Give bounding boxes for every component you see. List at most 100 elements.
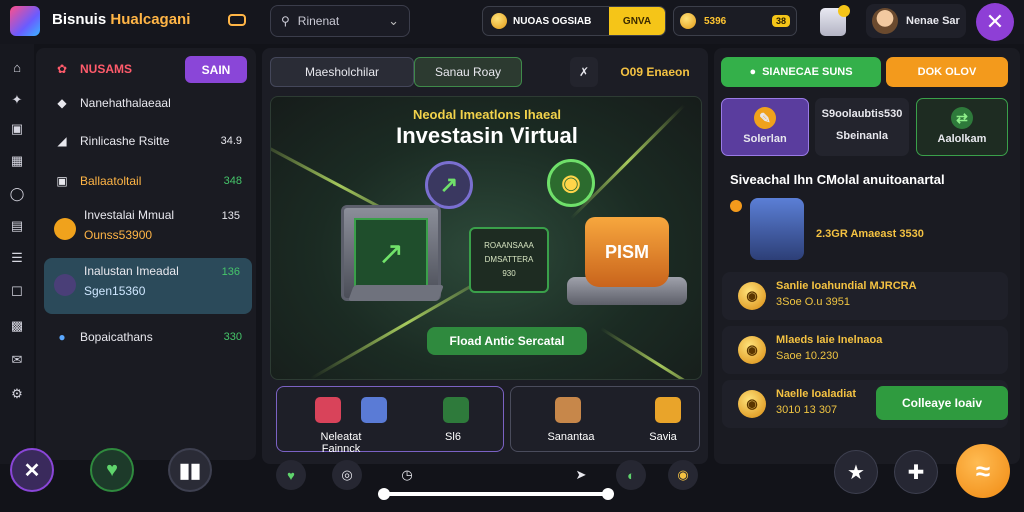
- coin-icon: ◉: [738, 390, 766, 418]
- feed-row-2[interactable]: ◉ Mlaeds Iaie Inelnaoa Saoe 10.230: [722, 326, 1008, 374]
- cash-icon: [315, 397, 341, 423]
- calendar-icon[interactable]: ▩: [8, 318, 26, 334]
- brand-part2: Hualcagani: [110, 11, 191, 28]
- tab-secondary[interactable]: Sanau Roay: [414, 57, 522, 87]
- sign-in-button[interactable]: SAIN: [185, 56, 247, 83]
- coin-orb-icon: ◉: [547, 159, 595, 207]
- light-ray: [600, 327, 701, 379]
- growth-orb-icon: ↗: [425, 161, 473, 209]
- promo-caption: Sl6: [445, 431, 461, 443]
- close-button[interactable]: ✕: [976, 3, 1014, 41]
- brand-part1: Bisnuis: [52, 11, 107, 28]
- category-a[interactable]: ✎ Solerlan: [721, 98, 809, 156]
- plus-icon: ✚: [907, 461, 925, 484]
- chevron-down-icon[interactable]: ⌄: [388, 13, 399, 29]
- info-card-line: ROAANSAAA: [484, 241, 534, 250]
- slider-handle-start[interactable]: [378, 488, 390, 500]
- sidebar-item-1[interactable]: ◆ Nanehathalaeaal: [44, 86, 252, 120]
- feed-title: Siveachal Ihn CMolal anuitoanartal: [730, 172, 945, 187]
- rocket-icon: [443, 397, 469, 423]
- promo-card-a[interactable]: Neleatat Fainnck Sl6: [276, 386, 504, 455]
- sidebar-item-4[interactable]: Investalai Mmual Ounss53900 135: [44, 202, 252, 256]
- send-icon[interactable]: ➤: [566, 460, 596, 490]
- flame-icon: ✿: [56, 62, 68, 76]
- sidebar-item-label: Bopaicathans: [80, 330, 153, 344]
- collect-button[interactable]: Colleaye Ioaiv: [876, 386, 1008, 420]
- wallet-icon[interactable]: ▣: [8, 121, 26, 137]
- balance-pill[interactable]: NUOAS OGSIAB GNVA: [482, 6, 666, 36]
- promo-card-b[interactable]: Sanantaa Savia: [510, 386, 700, 452]
- info-card-line: DMSATTERA: [484, 255, 534, 264]
- home-icon[interactable]: ⌂: [8, 60, 26, 76]
- menu-icon: ◆: [57, 96, 67, 110]
- user-name: Nenae Sar: [906, 15, 960, 27]
- main-action-button[interactable]: ≈: [956, 444, 1010, 498]
- feed-row-sub: 3010 13 307: [776, 404, 838, 416]
- orange-action-button[interactable]: DOK OLOV: [886, 57, 1008, 87]
- favorites-button[interactable]: ★: [834, 450, 878, 494]
- progress-slider[interactable]: [384, 492, 608, 496]
- refresh-icon[interactable]: ◐: [616, 460, 646, 490]
- sidebar-item-value: 34.9: [220, 135, 242, 147]
- sidebar-item-5[interactable]: Inalustan Imeadal Sgen15360 136: [44, 258, 252, 314]
- hero-cta-button[interactable]: Fload Antic Sercatal: [427, 327, 587, 355]
- bag-icon: [655, 397, 681, 423]
- settings-icon[interactable]: ⚙: [8, 386, 26, 402]
- card-icon[interactable]: ▤: [8, 218, 26, 234]
- balance-button[interactable]: GNVA: [609, 7, 665, 35]
- sidebar-item-6[interactable]: ● Bopaicathans 330: [44, 320, 252, 354]
- user-chip[interactable]: Nenae Sar: [866, 4, 966, 38]
- chart-icon[interactable]: ▦: [8, 153, 26, 169]
- coin-icon: [680, 13, 696, 29]
- coin-button-icon[interactable]: ◉: [668, 460, 698, 490]
- coin-icon: [491, 13, 507, 29]
- gamepad-icon[interactable]: [228, 14, 246, 26]
- brand-title: Bisnuis Hualcagani: [52, 11, 190, 28]
- lock-icon[interactable]: ☐: [8, 284, 26, 300]
- info-card: ROAANSAAA DMSATTERA 930: [469, 227, 549, 293]
- leaf-icon[interactable]: ♥: [276, 460, 306, 490]
- sidebar-item-value: 348: [223, 175, 242, 187]
- folder-icon: ◢: [57, 134, 67, 148]
- list-icon[interactable]: ☰: [8, 250, 26, 266]
- sidebar-item-3[interactable]: ▣ Ballaatoltail 348: [44, 164, 252, 198]
- notification-dot: [838, 5, 850, 17]
- coins-pill[interactable]: 5396 38: [673, 6, 797, 36]
- sparkle-icon[interactable]: ✦: [8, 92, 26, 108]
- target-icon[interactable]: ◎: [332, 460, 362, 490]
- add-button[interactable]: ✚: [894, 450, 938, 494]
- sidebar-item-value: 135: [221, 210, 240, 222]
- feed-row-title: Mlaeds Iaie Inelnaoa: [776, 334, 883, 346]
- category-b[interactable]: S9oolaubtis530 Sbeinanla: [815, 98, 909, 156]
- feed-row-title: Naelle Ioaladiat: [776, 388, 857, 400]
- keyboard-shape: [348, 285, 444, 301]
- sidebar-item-label: Ballaatoltail: [80, 174, 142, 188]
- app-logo-icon[interactable]: [10, 6, 40, 36]
- tab-marketplace[interactable]: Maesholchilar: [270, 57, 414, 87]
- info-card-line: 930: [502, 269, 516, 278]
- category-label: Solerlan: [743, 133, 787, 145]
- gift-box-icon: [361, 397, 387, 423]
- stats-button[interactable]: ▮▮: [168, 448, 212, 492]
- sidebar-item-2[interactable]: ◢ Rinlicashe Rsitte 34.9: [44, 124, 252, 158]
- sidebar-header-label: NUSAMS: [80, 62, 133, 76]
- sidebar-item-value: 330: [223, 331, 242, 343]
- tools-button[interactable]: ✕: [10, 448, 54, 492]
- chat-button[interactable]: ♥: [90, 448, 134, 492]
- tools-icon[interactable]: ✗: [570, 57, 598, 87]
- slider-handle-end[interactable]: [602, 488, 614, 500]
- mail-icon[interactable]: ✉: [8, 352, 26, 368]
- alarm-icon[interactable]: ◷: [392, 460, 422, 490]
- category-c[interactable]: ⇄ Aalolkam: [916, 98, 1008, 156]
- feed-row-1[interactable]: ◉ Sanlie Ioahundial MJRCRA 3Soe O.u 3951: [722, 272, 1008, 320]
- green-action-button[interactable]: ● SIANECAE SUNS: [721, 57, 881, 87]
- search-icon: ⚲: [281, 14, 290, 28]
- sidebar-item-label: Rinlicashe Rsitte: [80, 134, 170, 148]
- shield-icon[interactable]: ◯: [8, 186, 26, 202]
- search-input[interactable]: ⚲ Rinenat ⌄: [270, 5, 410, 37]
- coins-badge: 38: [771, 15, 790, 27]
- hero-title: Investasin Virtual: [396, 123, 578, 148]
- tab-right[interactable]: O09 Enaeon: [616, 57, 694, 87]
- dollar-icon: ●: [749, 66, 757, 78]
- promo-caption: Savia: [649, 431, 677, 443]
